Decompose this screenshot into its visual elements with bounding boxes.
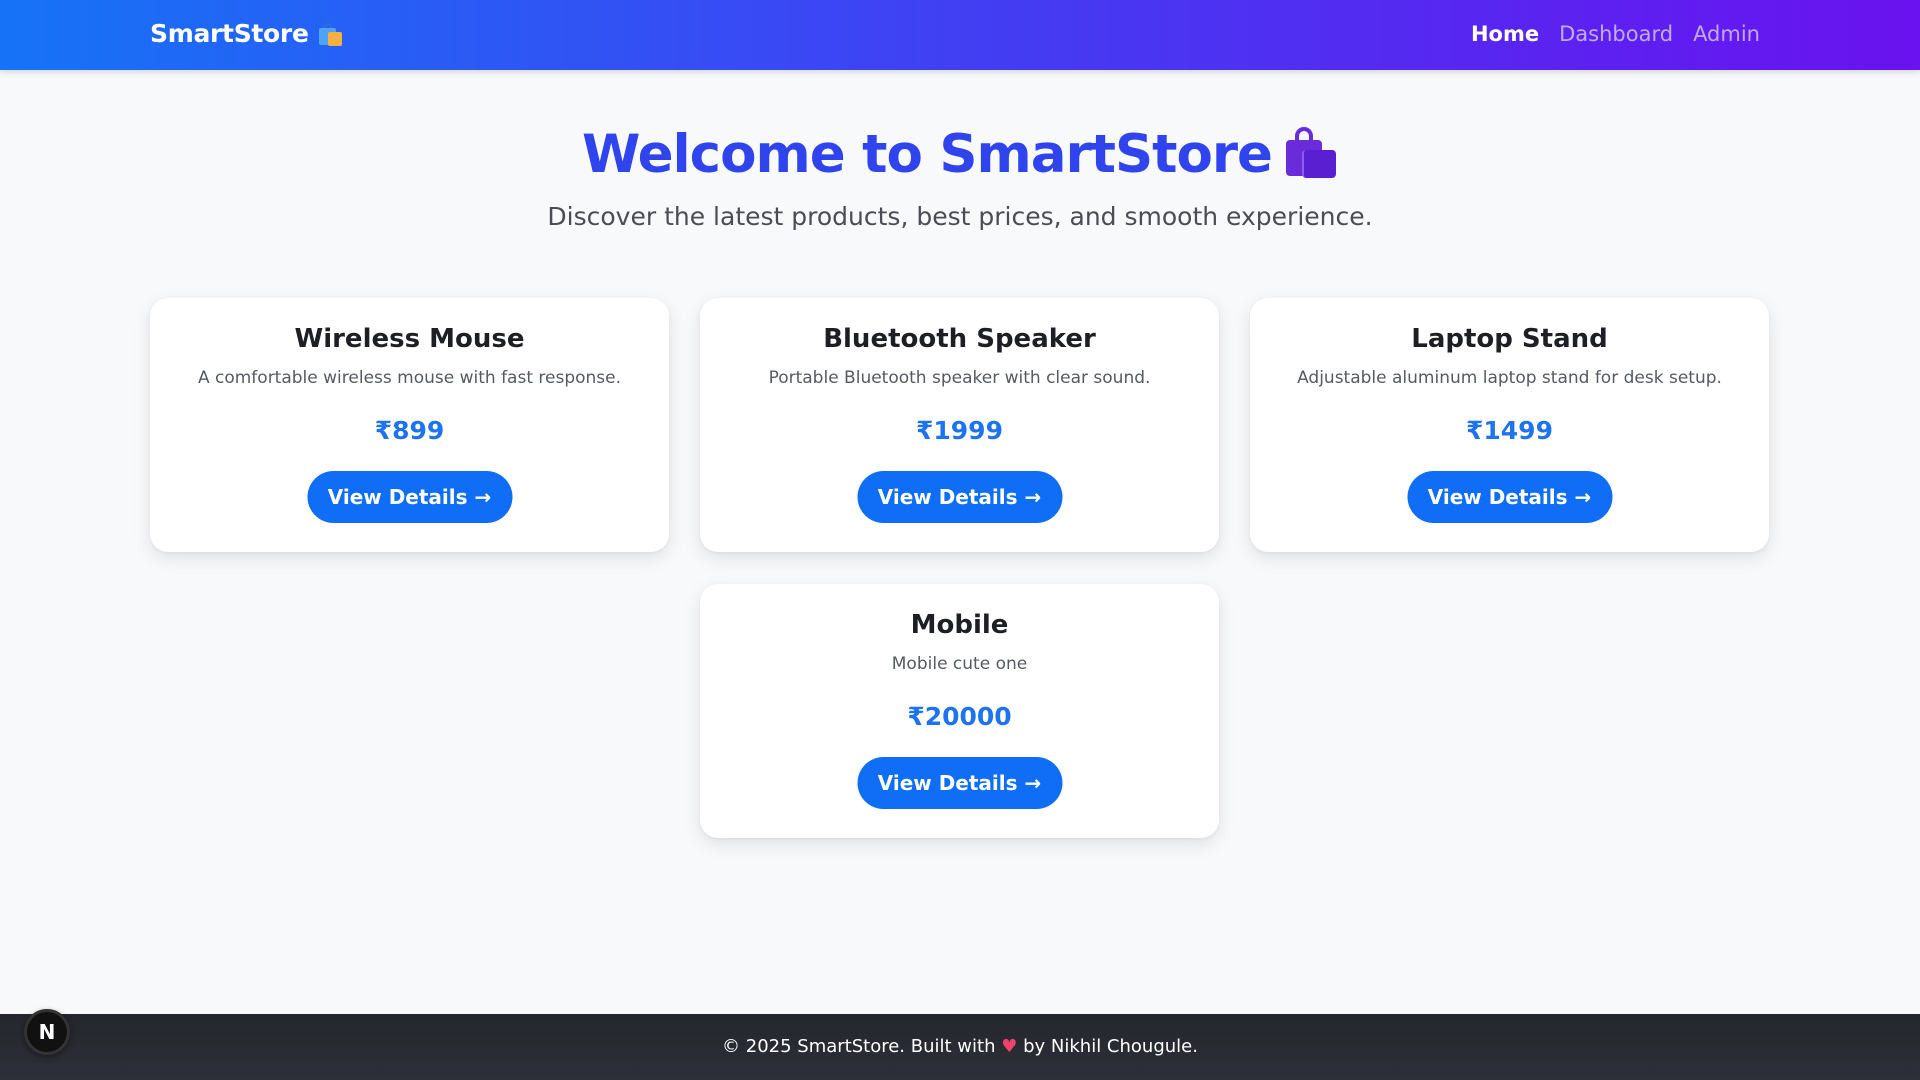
nav-link-admin[interactable]: Admin	[1693, 22, 1760, 46]
footer-text-after: by Nikhil Chougule.	[1023, 1036, 1198, 1057]
footer: © 2025 SmartStore. Built with ♥ by Nikhi…	[0, 1014, 1920, 1080]
product-price: ₹1499	[1466, 416, 1553, 445]
nav-link-dashboard[interactable]: Dashboard	[1559, 22, 1673, 46]
product-card: Mobile Mobile cute one ₹20000 View Detai…	[700, 584, 1219, 838]
product-price: ₹20000	[907, 702, 1012, 731]
product-price: ₹899	[374, 416, 445, 445]
shopping-bags-icon	[318, 22, 343, 46]
nav-link-home[interactable]: Home	[1471, 22, 1539, 46]
product-description: Portable Bluetooth speaker with clear so…	[768, 368, 1151, 388]
product-card: Wireless Mouse A comfortable wireless mo…	[150, 298, 669, 552]
product-description: Adjustable aluminum laptop stand for des…	[1297, 368, 1722, 388]
hero-title: Welcome to SmartStore	[0, 124, 1920, 185]
brand-name: SmartStore	[150, 19, 309, 48]
product-description: A comfortable wireless mouse with fast r…	[197, 368, 622, 388]
view-details-button[interactable]: View Details →	[307, 471, 512, 523]
product-price: ₹1999	[916, 416, 1003, 445]
hero-subtitle: Discover the latest products, best price…	[547, 202, 1373, 231]
heart-icon: ♥	[1001, 1036, 1018, 1057]
shopping-bag-icon	[1285, 126, 1338, 178]
view-details-button[interactable]: View Details →	[1407, 471, 1612, 523]
product-name: Wireless Mouse	[294, 324, 525, 354]
nav-links: Home Dashboard Admin	[1471, 22, 1760, 46]
navbar: SmartStore Home Dashboard Admin	[0, 0, 1920, 70]
product-name: Mobile	[910, 610, 1009, 640]
product-card: Bluetooth Speaker Portable Bluetooth spe…	[700, 298, 1219, 552]
product-name: Laptop Stand	[1411, 324, 1608, 354]
dev-tools-badge[interactable]: N	[24, 1009, 70, 1055]
hero-title-text: Welcome to SmartStore	[582, 124, 1273, 185]
product-description: Mobile cute one	[891, 654, 1028, 674]
product-name: Bluetooth Speaker	[823, 324, 1096, 354]
brand-logo[interactable]: SmartStore	[150, 19, 343, 48]
view-details-button[interactable]: View Details →	[857, 757, 1062, 809]
footer-text-before: © 2025 SmartStore. Built with	[722, 1036, 996, 1057]
view-details-button[interactable]: View Details →	[857, 471, 1062, 523]
product-card: Laptop Stand Adjustable aluminum laptop …	[1250, 298, 1769, 552]
